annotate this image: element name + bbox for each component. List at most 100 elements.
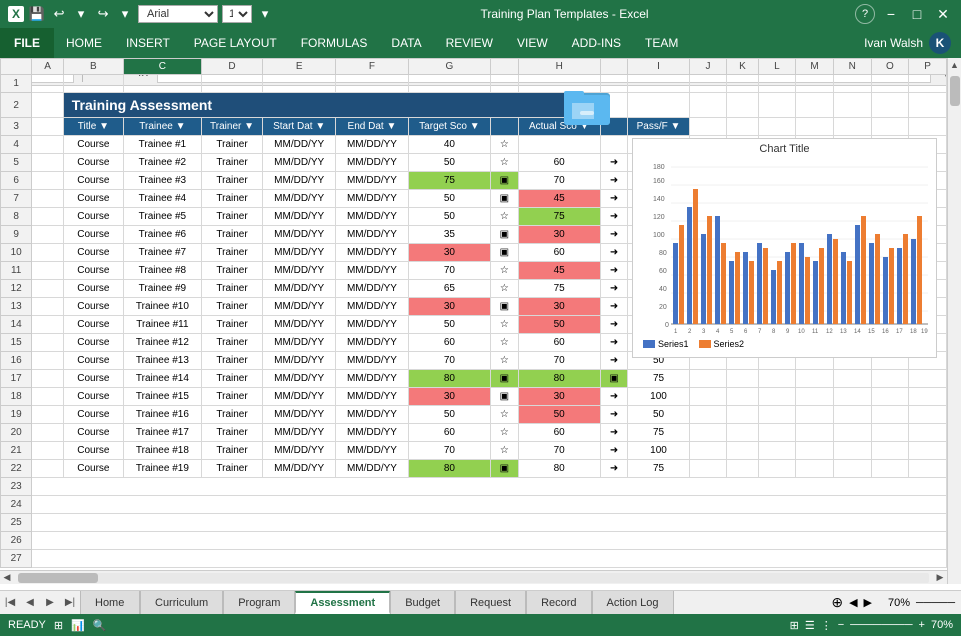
cell-icon2[interactable] [600,136,628,154]
cell-icon[interactable]: ☆ [491,136,519,154]
cell[interactable]: ➜ [600,172,628,190]
cell[interactable]: Course [63,262,123,280]
cell[interactable]: Trainer [201,406,262,424]
cell red-cell[interactable]: 50 [518,316,600,334]
cell[interactable] [32,388,63,406]
cell[interactable]: 70 [518,442,600,460]
cell[interactable]: Trainee #7 [123,244,201,262]
cell[interactable]: 60 [518,424,600,442]
cell-actual[interactable] [518,136,600,154]
tab-program[interactable]: Program [223,591,295,614]
cell[interactable] [871,118,909,136]
cell[interactable]: 60 [408,424,490,442]
col-header-startdate[interactable]: Start Dat ▼ [263,118,336,136]
cell[interactable] [32,442,63,460]
cell[interactable] [689,370,727,388]
cell[interactable] [123,75,201,93]
cell[interactable]: 60 [518,154,600,172]
cell-trainee[interactable]: Trainee #1 [123,136,201,154]
cell[interactable]: ➜ [600,298,628,316]
cell red-cell[interactable]: 50 [518,406,600,424]
cell[interactable]: MM/DD/YY [336,280,409,298]
cell[interactable] [796,424,834,442]
zoom-minus-button[interactable]: − [838,619,844,631]
col-header-g[interactable]: G [408,59,490,75]
cell[interactable] [201,75,262,93]
col-header-trainer[interactable]: Trainer ▼ [201,118,262,136]
cell[interactable] [796,370,834,388]
cell[interactable]: 75 [628,370,689,388]
cell[interactable] [833,424,871,442]
cell[interactable]: MM/DD/YY [263,316,336,334]
cell[interactable] [871,442,909,460]
cell[interactable] [689,118,727,136]
cell[interactable] [727,388,758,406]
cell[interactable] [871,370,909,388]
cell[interactable]: Course [63,460,123,478]
tab-nav-next[interactable]: ▶ [40,591,60,614]
cell[interactable] [833,370,871,388]
cell[interactable] [909,75,947,93]
cell[interactable] [727,370,758,388]
cell[interactable]: MM/DD/YY [336,460,409,478]
col-header-p[interactable]: O [871,59,909,75]
cell[interactable]: Trainer [201,244,262,262]
cell[interactable] [796,388,834,406]
cell[interactable] [32,424,63,442]
cell[interactable]: Trainer [201,298,262,316]
cell[interactable]: MM/DD/YY [263,460,336,478]
cell[interactable]: ➜ [600,352,628,370]
cell[interactable]: Trainee #10 [123,298,201,316]
cell[interactable]: MM/DD/YY [336,172,409,190]
cell-startdate[interactable]: MM/DD/YY [263,136,336,154]
horizontal-scrollbar[interactable]: ◀ ▶ [0,570,947,584]
cell[interactable]: 70 [518,172,600,190]
cell[interactable] [32,496,947,514]
help-button[interactable]: ? [855,4,875,24]
cell[interactable] [909,460,947,478]
cell[interactable]: 60 [518,244,600,262]
tab-action-log[interactable]: Action Log [592,591,674,614]
cell red-cell[interactable]: 30 [518,298,600,316]
cell[interactable] [727,460,758,478]
cell[interactable] [871,93,909,118]
col-header-enddate[interactable]: End Dat ▼ [336,118,409,136]
cell[interactable]: Trainee #3 [123,172,201,190]
cell[interactable]: 50 [408,154,490,172]
cell[interactable] [628,75,689,93]
cell[interactable]: MM/DD/YY [263,370,336,388]
cell[interactable]: MM/DD/YY [336,352,409,370]
col-header-m[interactable]: L [758,59,796,75]
view-page-break-icon[interactable]: ⋮ [821,619,832,632]
menu-home[interactable]: HOME [54,28,114,58]
cell[interactable]: Trainee #5 [123,208,201,226]
cell[interactable]: MM/DD/YY [263,406,336,424]
cell[interactable]: MM/DD/YY [263,208,336,226]
cell[interactable] [408,75,490,93]
cell[interactable]: 70 [408,262,490,280]
cell[interactable]: MM/DD/YY [263,244,336,262]
cell[interactable] [727,406,758,424]
scroll-thumb-h[interactable] [18,573,98,583]
grid-scroll-area[interactable]: A B C D E F G H I J K L M [0,58,961,584]
cell[interactable] [32,154,63,172]
cell[interactable]: ☆ [491,154,519,172]
cell[interactable]: Trainer [201,280,262,298]
cell[interactable]: MM/DD/YY [263,280,336,298]
cell[interactable] [689,442,727,460]
cell[interactable]: Trainer [201,334,262,352]
format-dropdown-icon[interactable]: ▾ [256,5,274,23]
cell[interactable] [871,460,909,478]
font-size-selector[interactable]: 11 [222,5,252,23]
cell[interactable]: Course [63,406,123,424]
cell[interactable]: 60 [408,334,490,352]
cell red-cell[interactable]: 30 [408,388,490,406]
cell[interactable]: Course [63,352,123,370]
cell[interactable]: Course [63,172,123,190]
cell[interactable] [833,460,871,478]
cell[interactable]: Trainer [201,460,262,478]
cell[interactable] [32,280,63,298]
cell[interactable] [32,262,63,280]
cell[interactable] [833,93,871,118]
zoom-slider-area[interactable]: ───── [916,597,955,609]
